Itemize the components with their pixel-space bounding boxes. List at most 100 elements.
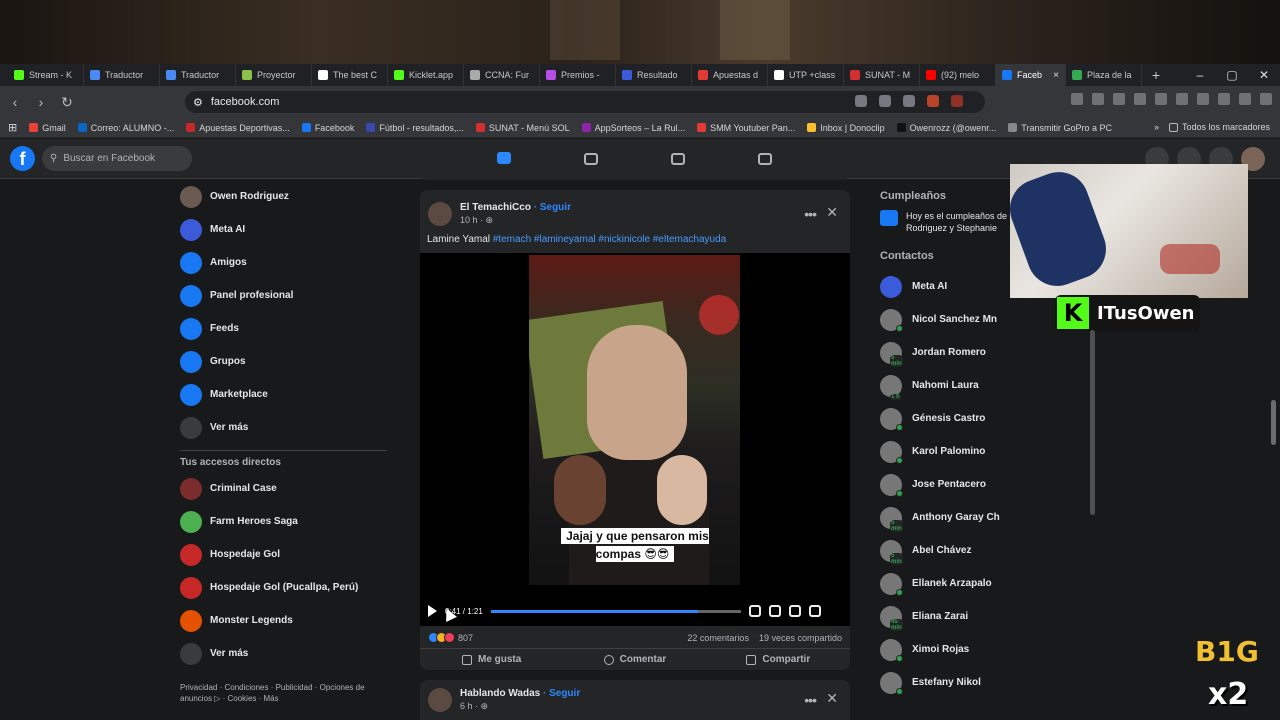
shortcut-item[interactable]: Hospedaje Gol (180, 538, 395, 571)
contact-item[interactable]: Ellanek Arzapalo (880, 567, 1095, 600)
wallet-icon[interactable] (1197, 93, 1209, 105)
reaction-icons[interactable] (428, 632, 455, 643)
tab-item[interactable]: Apuestas d (692, 64, 768, 86)
tab-item[interactable]: Traductor (160, 64, 236, 86)
tab-item[interactable]: Stream - K (8, 64, 84, 86)
bookmark-item[interactable]: Transmitir GoPro a PC (1008, 123, 1112, 133)
zoom-icon[interactable] (879, 95, 891, 107)
new-tab-button[interactable]: + (1142, 67, 1170, 83)
tab-item[interactable]: SUNAT - M (844, 64, 920, 86)
vpn-icon[interactable] (1239, 93, 1251, 105)
video-progress-bar[interactable] (490, 609, 741, 613)
contact-item[interactable]: 5 min Anthony Garay Ch (880, 501, 1095, 534)
close-icon[interactable]: ✕ (826, 690, 838, 707)
sidebar-item[interactable]: Marketplace (180, 378, 395, 411)
back-arrow-icon[interactable]: ‹ (4, 94, 26, 110)
all-bookmarks-button[interactable]: Todos los marcadores (1168, 122, 1270, 132)
bookmark-item[interactable]: AppSorteos – La Rul... (581, 123, 685, 133)
contact-item[interactable]: 1 h Nahomi Laura (880, 369, 1095, 402)
sidebar-icon[interactable] (1176, 93, 1188, 105)
footer-links[interactable]: Privacidad · Condiciones · Publicidad · … (180, 682, 395, 704)
follow-link[interactable]: · Seguir (531, 202, 571, 213)
play-icon[interactable] (428, 605, 437, 617)
like-button[interactable]: Me gusta (420, 649, 563, 670)
settings-gear-icon[interactable] (748, 605, 761, 617)
music-icon[interactable] (1155, 93, 1167, 105)
brave-rewards-icon[interactable] (951, 95, 963, 107)
reload-icon[interactable]: ↻ (56, 94, 78, 111)
tab-item[interactable]: Plaza de la (1066, 64, 1142, 86)
close-window-button[interactable]: ✕ (1248, 68, 1280, 82)
sidebar-item[interactable]: Feeds (180, 312, 395, 345)
bookmark-item[interactable]: Inbox | Donoclip (807, 123, 885, 133)
bookmark-item[interactable]: Apuestas Deportivas... (186, 123, 290, 133)
bookmark-item[interactable]: SMM Youtuber Pan... (697, 123, 795, 133)
comment-count[interactable]: 22 comentarios (687, 633, 749, 643)
apps-grid-icon[interactable]: ⊞ (8, 121, 17, 134)
bookmarks-more-button[interactable]: » (1154, 122, 1159, 132)
picture-in-picture-icon[interactable] (788, 605, 801, 617)
contact-item[interactable]: 45 min Eliana Zarai (880, 600, 1095, 633)
contact-item[interactable]: Karol Palomino (880, 435, 1095, 468)
comment-button[interactable]: Comentar (563, 649, 706, 670)
contact-item[interactable]: Ximoi Rojas (880, 633, 1095, 666)
tab-item[interactable]: UTP +class (768, 64, 844, 86)
maximize-button[interactable]: ▢ (1216, 68, 1248, 82)
contact-item[interactable]: Génesis Castro (880, 402, 1095, 435)
cast-icon[interactable] (855, 95, 867, 107)
contacts-scrollbar[interactable] (1090, 330, 1095, 515)
sidebar-item[interactable]: Panel profesional (180, 279, 395, 312)
sidebar-item[interactable]: Owen Rodriguez (180, 180, 395, 213)
bookmark-item[interactable]: Gmail (29, 123, 66, 133)
sidebar-item[interactable]: Meta AI (180, 213, 395, 246)
facebook-logo-icon[interactable]: f (10, 146, 35, 171)
volume-icon[interactable] (808, 605, 821, 617)
tab-item[interactable]: Traductor (84, 64, 160, 86)
site-info-icon[interactable]: ⚙ (193, 96, 203, 109)
bookmark-item[interactable]: Correo: ALUMNO -... (77, 123, 174, 133)
contact-item[interactable]: Estefany Nikol (880, 666, 1095, 699)
author-name[interactable]: El TemachiCco (460, 202, 531, 213)
contact-item[interactable]: Jose Pentacero (880, 468, 1095, 501)
tab-item[interactable]: Premios - (540, 64, 616, 86)
share-icon[interactable] (903, 95, 915, 107)
search-input[interactable]: ⚲ Buscar en Facebook (42, 146, 192, 171)
tab-item[interactable]: Kicklet.app (388, 64, 464, 86)
tab-item[interactable]: (92) melo (920, 64, 996, 86)
fullscreen-icon[interactable] (768, 605, 781, 617)
shortcut-item[interactable]: Monster Legends (180, 604, 395, 637)
extension-icon[interactable] (1134, 93, 1146, 105)
post-hashtags[interactable]: #temach #lamineyamal #nickinicole #eltem… (493, 234, 726, 245)
page-scrollbar[interactable] (1271, 400, 1276, 445)
sidebar-item[interactable]: Amigos (180, 246, 395, 279)
puzzle-icon[interactable] (1113, 93, 1125, 105)
more-options-icon[interactable]: ••• (804, 692, 817, 708)
tab-active-facebook[interactable]: Faceb × (996, 64, 1066, 86)
share-count[interactable]: 19 veces compartido (759, 633, 842, 643)
minimize-button[interactable]: – (1184, 68, 1216, 82)
reaction-count[interactable]: 807 (458, 633, 473, 643)
tab-item[interactable]: CCNA: Fur (464, 64, 540, 86)
extension-icon[interactable] (1071, 93, 1083, 105)
close-icon[interactable]: ✕ (826, 204, 838, 221)
download-icon[interactable] (1092, 93, 1104, 105)
tab-item[interactable]: The best C (312, 64, 388, 86)
sidebar-item[interactable]: Grupos (180, 345, 395, 378)
bookmark-item[interactable]: Owenrozz (@owenr... (896, 123, 996, 133)
shortcut-item[interactable]: Hospedaje Gol (Pucallpa, Perú) (180, 571, 395, 604)
forward-arrow-icon[interactable]: › (30, 94, 52, 110)
tab-close-icon[interactable]: × (1053, 70, 1059, 81)
shortcut-item[interactable]: Ver más (180, 637, 395, 670)
menu-icon[interactable] (1260, 93, 1272, 105)
bookmark-item[interactable]: Fútbol - resultados,... (366, 123, 464, 133)
sidebar-item[interactable]: Ver más (180, 411, 395, 444)
author-avatar[interactable] (428, 688, 452, 712)
contact-item[interactable]: 5 min Abel Chávez (880, 534, 1095, 567)
contact-item[interactable]: 5 min Jordan Romero (880, 336, 1095, 369)
shortcut-item[interactable]: Criminal Case (180, 472, 395, 505)
leo-icon[interactable] (1218, 93, 1230, 105)
more-options-icon[interactable]: ••• (804, 206, 817, 222)
bookmark-item[interactable]: Facebook (301, 123, 354, 133)
bookmark-item[interactable]: SUNAT - Menú SOL (475, 123, 570, 133)
shortcut-item[interactable]: Farm Heroes Saga (180, 505, 395, 538)
